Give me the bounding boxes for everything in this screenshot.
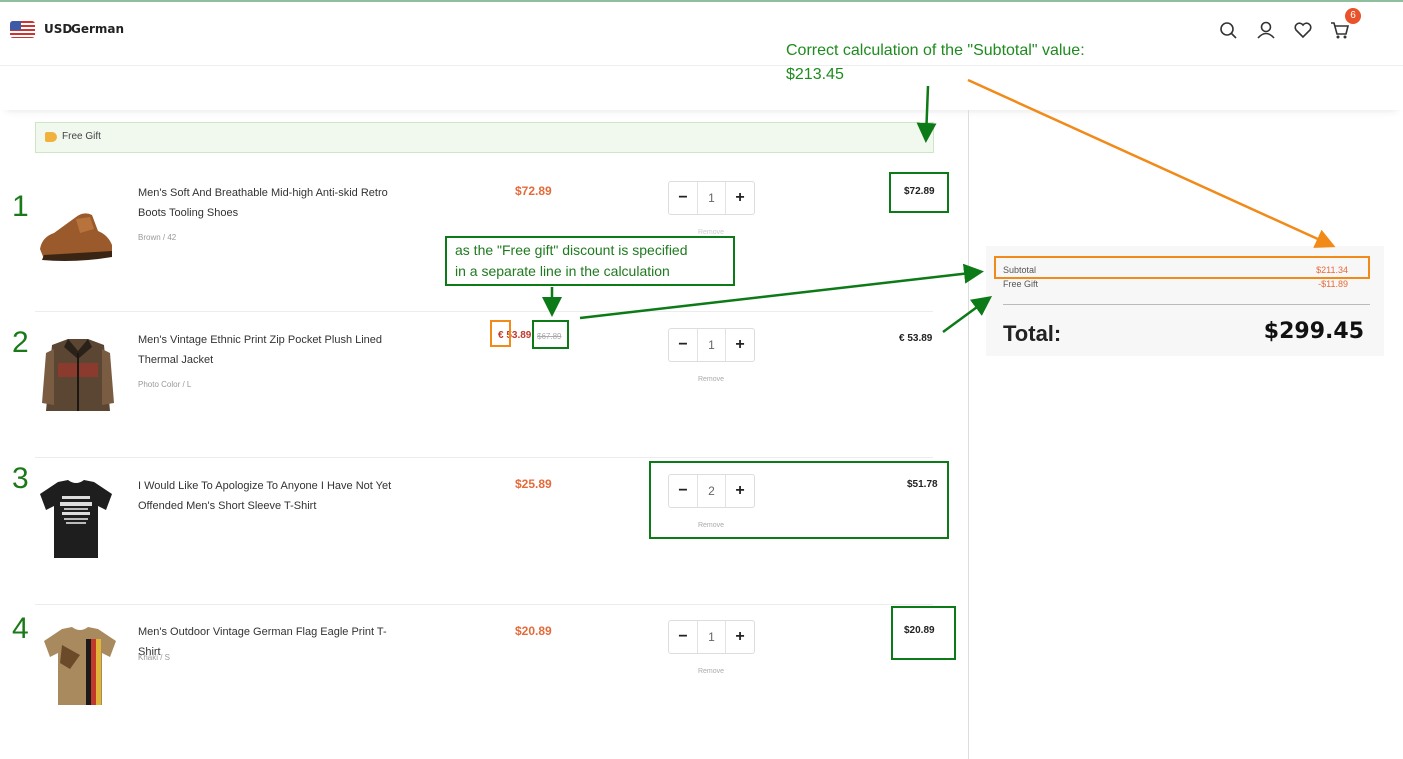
annotation-arrows [542, 78, 1336, 334]
arrow-green [942, 296, 993, 334]
arrow-green [579, 263, 984, 320]
arrow-orange [967, 78, 1336, 248]
arrow-green [916, 85, 937, 143]
